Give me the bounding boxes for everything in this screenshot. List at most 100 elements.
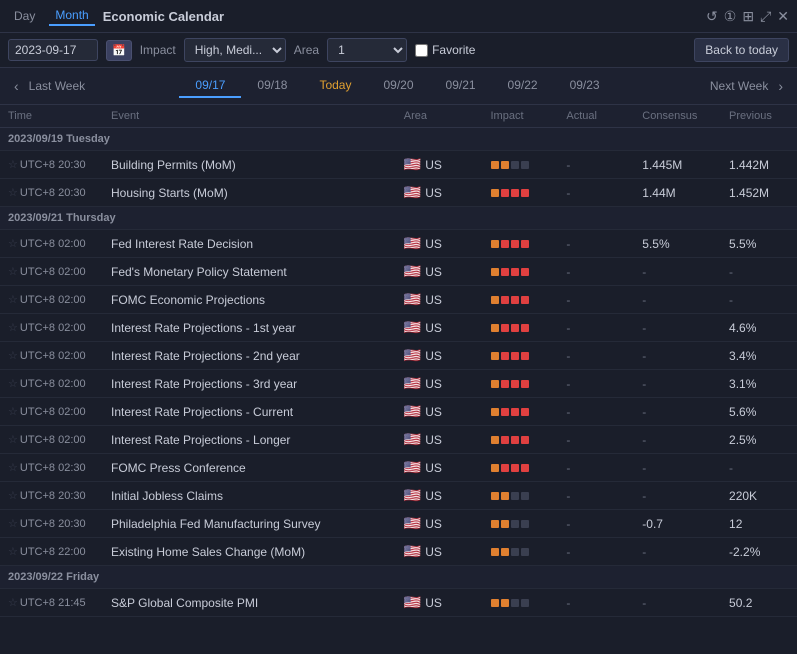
impact-bar-1 [491, 464, 499, 472]
table-row[interactable]: ☆UTC+8 20:30 Initial Jobless Claims 🇺🇸 U… [0, 482, 797, 510]
prev-arrow[interactable]: ‹ [8, 78, 25, 94]
previous-value: 2.5% [729, 433, 756, 447]
table-row[interactable]: ☆UTC+8 20:30 Housing Starts (MoM) 🇺🇸 US … [0, 179, 797, 207]
flag-icon: 🇺🇸 [404, 431, 421, 448]
next-week-button[interactable]: Next Week [706, 79, 772, 93]
date-tab-0922[interactable]: 09/22 [492, 74, 554, 98]
impact-bar-4 [521, 599, 529, 607]
expand-icon[interactable]: ⤢ [760, 8, 771, 25]
previous-cell: 2.5% [721, 426, 797, 454]
last-week-button[interactable]: Last Week [25, 79, 89, 93]
flag-cell: 🇺🇸 US [404, 263, 475, 280]
actual-value: - [566, 596, 570, 610]
date-tab-0917[interactable]: 09/17 [179, 74, 241, 98]
flag-icon: 🇺🇸 [404, 543, 421, 560]
event-cell: FOMC Press Conference [103, 454, 396, 482]
consensus-cell: 1.44M [634, 179, 721, 207]
table-row[interactable]: ☆UTC+8 22:00 Existing Home Sales Change … [0, 538, 797, 566]
date-input[interactable] [8, 39, 98, 61]
table-row[interactable]: ☆UTC+8 20:30 Philadelphia Fed Manufactur… [0, 510, 797, 538]
actual-cell: - [558, 286, 634, 314]
tab-month[interactable]: Month [49, 6, 94, 26]
flag-icon: 🇺🇸 [404, 319, 421, 336]
favorite-checkbox-label[interactable]: Favorite [415, 43, 475, 57]
impact-bar-3 [511, 492, 519, 500]
event-cell: Interest Rate Projections - Longer [103, 426, 396, 454]
info-icon[interactable]: ① [724, 8, 737, 25]
flag-cell: 🇺🇸 US [404, 319, 475, 336]
time-cell: ☆UTC+8 20:30 [0, 482, 103, 510]
actual-cell: - [558, 454, 634, 482]
impact-bar-4 [521, 380, 529, 388]
actual-value: - [566, 321, 570, 335]
date-tab-today[interactable]: Today [303, 74, 367, 98]
actual-cell: - [558, 617, 634, 624]
area-cell: 🇺🇸 US [396, 538, 483, 566]
impact-bar-4 [521, 464, 529, 472]
table-row[interactable]: ☆UTC+8 02:00 Fed's Monetary Policy State… [0, 258, 797, 286]
table-row[interactable]: ☆UTC+8 02:00 Interest Rate Projections -… [0, 370, 797, 398]
impact-indicator [491, 324, 551, 332]
consensus-cell: 47.8 [634, 617, 721, 624]
impact-bar-1 [491, 189, 499, 197]
table-row[interactable]: ☆UTC+8 02:00 Interest Rate Projections -… [0, 342, 797, 370]
table-row[interactable]: ☆UTC+8 02:00 FOMC Economic Projections 🇺… [0, 286, 797, 314]
impact-bar-3 [511, 352, 519, 360]
star-icon: ☆ [8, 322, 18, 334]
impact-indicator [491, 380, 551, 388]
star-icon: ☆ [8, 378, 18, 390]
table-row[interactable]: ☆UTC+8 02:00 Fed Interest Rate Decision … [0, 230, 797, 258]
area-name: US [425, 349, 442, 363]
impact-select[interactable]: High, Medi... High Medium Low [184, 38, 286, 62]
impact-cell [483, 426, 559, 454]
area-cell: 🇺🇸 US [396, 482, 483, 510]
table-row[interactable]: ☆UTC+8 20:30 Building Permits (MoM) 🇺🇸 U… [0, 151, 797, 179]
impact-bar-2 [501, 492, 509, 500]
date-tab-0921[interactable]: 09/21 [430, 74, 492, 98]
impact-bar-2 [501, 380, 509, 388]
calendar-icon-button[interactable]: 📅 [106, 40, 132, 61]
tab-day[interactable]: Day [8, 7, 41, 25]
actual-value: - [566, 405, 570, 419]
impact-bar-1 [491, 352, 499, 360]
impact-bar-4 [521, 189, 529, 197]
star-icon: ☆ [8, 597, 18, 609]
impact-bar-4 [521, 240, 529, 248]
time-cell: ☆UTC+8 21:45 [0, 589, 103, 617]
previous-cell: 220K [721, 482, 797, 510]
table-row[interactable]: ☆UTC+8 02:30 FOMC Press Conference 🇺🇸 US… [0, 454, 797, 482]
date-tab-0920[interactable]: 09/20 [367, 74, 429, 98]
table-row[interactable]: ☆UTC+8 02:00 Interest Rate Projections -… [0, 426, 797, 454]
next-arrow[interactable]: › [772, 78, 789, 94]
table-row[interactable]: ☆UTC+8 02:00 Interest Rate Projections -… [0, 314, 797, 342]
table-row[interactable]: ☆UTC+8 21:45 S&P Global Composite PMI 🇺🇸… [0, 589, 797, 617]
table-row[interactable]: ☆UTC+8 21:45 S&P Global Manufacturing PM… [0, 617, 797, 624]
impact-bar-3 [511, 268, 519, 276]
previous-value: - [729, 293, 733, 307]
impact-bar-4 [521, 408, 529, 416]
area-select[interactable]: 1 All [327, 38, 407, 62]
impact-cell [483, 370, 559, 398]
table-row[interactable]: ☆UTC+8 02:00 Interest Rate Projections -… [0, 398, 797, 426]
impact-bar-2 [501, 599, 509, 607]
date-tab-0923[interactable]: 09/23 [554, 74, 616, 98]
close-icon[interactable]: ✕ [777, 8, 789, 25]
actual-cell: - [558, 370, 634, 398]
flag-icon: 🇺🇸 [404, 375, 421, 392]
event-cell: Interest Rate Projections - 3rd year [103, 370, 396, 398]
refresh-icon[interactable]: ↺ [706, 8, 718, 25]
layout-icon[interactable]: ⊞ [742, 8, 754, 25]
impact-bar-3 [511, 464, 519, 472]
event-cell: FOMC Economic Projections [103, 286, 396, 314]
star-icon: ☆ [8, 546, 18, 558]
back-to-today-button[interactable]: Back to today [694, 38, 789, 62]
consensus-value: - [642, 293, 646, 307]
impact-indicator [491, 189, 551, 197]
favorite-checkbox[interactable] [415, 44, 428, 57]
flag-cell: 🇺🇸 US [404, 594, 475, 611]
date-tab-0918[interactable]: 09/18 [241, 74, 303, 98]
impact-cell [483, 286, 559, 314]
previous-value: 220K [729, 489, 757, 503]
flag-cell: 🇺🇸 US [404, 235, 475, 252]
star-icon: ☆ [8, 294, 18, 306]
